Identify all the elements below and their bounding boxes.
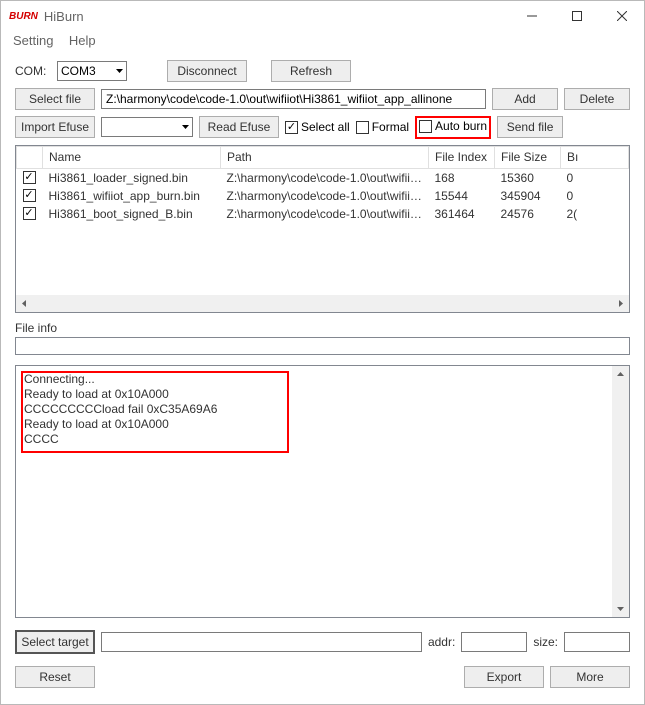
auto-burn-checkbox[interactable]: Auto burn xyxy=(419,119,487,133)
cell-size: 15360 xyxy=(495,168,561,187)
size-input[interactable] xyxy=(564,632,630,652)
log-line: Ready to load at 0x10A000 xyxy=(24,387,621,402)
checkbox-icon xyxy=(285,121,298,134)
header-file-size[interactable]: File Size xyxy=(495,146,561,168)
refresh-button[interactable]: Refresh xyxy=(271,60,351,82)
log-line: CCCCCCCCCload fail 0xC35A69A6 xyxy=(24,402,621,417)
cell-index: 361464 xyxy=(429,205,495,223)
table-row[interactable]: Hi3861_wifiiot_app_burn.binZ:\harmony\co… xyxy=(17,187,629,205)
select-file-button[interactable]: Select file xyxy=(15,88,95,110)
app-logo: BURN xyxy=(9,11,38,22)
formal-label: Formal xyxy=(372,120,409,134)
add-button[interactable]: Add xyxy=(492,88,558,110)
table-header-row: Name Path File Index File Size Bı xyxy=(17,146,629,168)
auto-burn-highlight: Auto burn xyxy=(415,116,491,139)
cell-name: Hi3861_loader_signed.bin xyxy=(43,168,221,187)
com-label: COM: xyxy=(15,64,51,78)
import-efuse-button[interactable]: Import Efuse xyxy=(15,116,95,138)
header-b[interactable]: Bı xyxy=(561,146,629,168)
cell-index: 168 xyxy=(429,168,495,187)
header-name[interactable]: Name xyxy=(43,146,221,168)
minimize-button[interactable] xyxy=(509,1,554,31)
content-area: COM: COM3 Disconnect Refresh Select file… xyxy=(1,54,644,704)
select-all-checkbox[interactable]: Select all xyxy=(285,120,350,134)
menu-setting[interactable]: Setting xyxy=(13,33,53,48)
auto-burn-label: Auto burn xyxy=(435,119,487,133)
close-button[interactable] xyxy=(599,1,644,31)
target-input[interactable] xyxy=(101,632,422,652)
cell-path: Z:\harmony\code\code-1.0\out\wifiio... xyxy=(221,205,429,223)
log-output[interactable]: Connecting...Ready to load at 0x10A000CC… xyxy=(15,365,630,619)
log-line: Connecting... xyxy=(24,372,621,387)
cell-size: 345904 xyxy=(495,187,561,205)
log-line: CCCC xyxy=(24,432,621,447)
title-bar: BURN HiBurn xyxy=(1,1,644,31)
header-path[interactable]: Path xyxy=(221,146,429,168)
window-controls xyxy=(509,1,644,31)
cell-name: Hi3861_boot_signed_B.bin xyxy=(43,205,221,223)
row-checkbox[interactable] xyxy=(23,171,36,184)
delete-button[interactable]: Delete xyxy=(564,88,630,110)
com-value: COM3 xyxy=(61,64,96,78)
scrollbar-track[interactable] xyxy=(612,383,629,601)
maximize-button[interactable] xyxy=(554,1,599,31)
scroll-up-icon[interactable] xyxy=(612,366,629,383)
cell-b: 0 xyxy=(561,168,629,187)
file-path-input[interactable]: Z:\harmony\code\code-1.0\out\wifiiot\Hi3… xyxy=(101,89,486,109)
menu-bar: Setting Help xyxy=(1,31,644,54)
header-file-index[interactable]: File Index xyxy=(429,146,495,168)
efuse-select[interactable] xyxy=(101,117,193,137)
app-window: BURN HiBurn Setting Help COM: COM3 Disco… xyxy=(0,0,645,705)
file-table: Name Path File Index File Size Bı Hi3861… xyxy=(15,145,630,313)
file-info-box xyxy=(15,337,630,355)
horizontal-scrollbar[interactable] xyxy=(16,295,629,312)
reset-button[interactable]: Reset xyxy=(15,666,95,688)
table-row[interactable]: Hi3861_boot_signed_B.binZ:\harmony\code\… xyxy=(17,205,629,223)
menu-help[interactable]: Help xyxy=(69,33,96,48)
cell-path: Z:\harmony\code\code-1.0\out\wifiio... xyxy=(221,187,429,205)
scroll-left-icon[interactable] xyxy=(16,295,33,312)
chevron-down-icon xyxy=(116,69,123,73)
scroll-right-icon[interactable] xyxy=(612,295,629,312)
scrollbar-track[interactable] xyxy=(33,295,612,312)
app-title: HiBurn xyxy=(44,9,509,24)
more-button[interactable]: More xyxy=(550,666,630,688)
addr-label: addr: xyxy=(428,635,455,649)
formal-checkbox[interactable]: Formal xyxy=(356,120,409,134)
com-select[interactable]: COM3 xyxy=(57,61,127,81)
table-row[interactable]: Hi3861_loader_signed.binZ:\harmony\code\… xyxy=(17,168,629,187)
checkbox-icon xyxy=(356,121,369,134)
cell-b: 2( xyxy=(561,205,629,223)
chevron-down-icon xyxy=(182,125,189,129)
addr-input[interactable] xyxy=(461,632,527,652)
cell-size: 24576 xyxy=(495,205,561,223)
read-efuse-button[interactable]: Read Efuse xyxy=(199,116,279,138)
scroll-down-icon[interactable] xyxy=(612,600,629,617)
cell-name: Hi3861_wifiiot_app_burn.bin xyxy=(43,187,221,205)
row-checkbox[interactable] xyxy=(23,207,36,220)
disconnect-button[interactable]: Disconnect xyxy=(167,60,247,82)
send-file-button[interactable]: Send file xyxy=(497,116,563,138)
size-label: size: xyxy=(533,635,558,649)
select-target-button[interactable]: Select target xyxy=(15,630,95,654)
select-all-label: Select all xyxy=(301,120,350,134)
log-line: Ready to load at 0x10A000 xyxy=(24,417,621,432)
export-button[interactable]: Export xyxy=(464,666,544,688)
cell-index: 15544 xyxy=(429,187,495,205)
cell-b: 0 xyxy=(561,187,629,205)
vertical-scrollbar[interactable] xyxy=(612,366,629,618)
cell-path: Z:\harmony\code\code-1.0\out\wifiio... xyxy=(221,168,429,187)
file-info-label: File info xyxy=(15,321,630,335)
checkbox-icon xyxy=(419,120,432,133)
row-checkbox[interactable] xyxy=(23,189,36,202)
